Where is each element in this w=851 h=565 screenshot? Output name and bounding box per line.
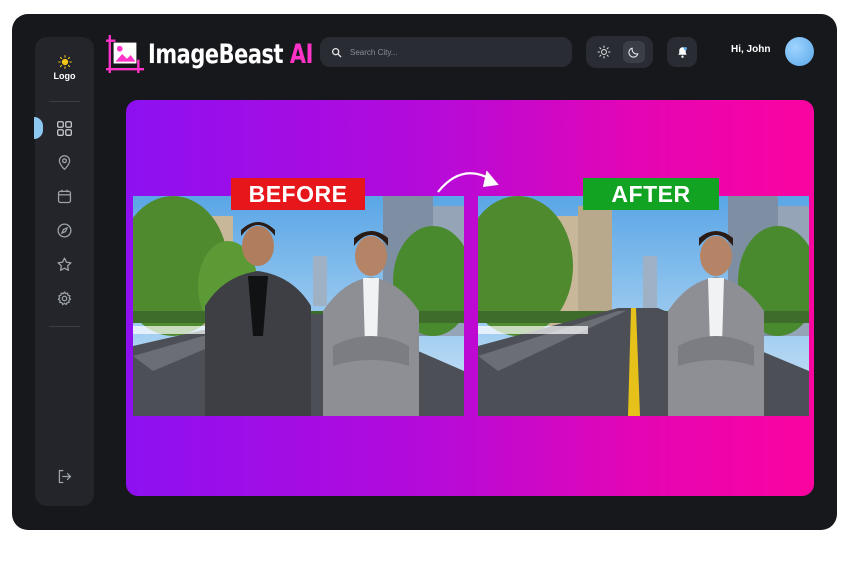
- calendar-icon: [57, 189, 72, 204]
- sun-icon: [597, 45, 611, 59]
- after-label: AFTER: [583, 178, 719, 210]
- app-window: Logo ImageBeast AI Search City... Hi, Jo…: [12, 14, 837, 530]
- curved-arrow-icon: [437, 170, 499, 193]
- logout-icon: [58, 469, 72, 484]
- before-image: [133, 196, 464, 416]
- image-logo-icon: [106, 35, 144, 73]
- theme-toggle: [586, 36, 653, 68]
- active-indicator: [34, 117, 43, 139]
- sidebar-item-explore[interactable]: [56, 222, 73, 239]
- before-label: BEFORE: [231, 178, 365, 210]
- search-input[interactable]: [348, 46, 552, 58]
- notifications-button[interactable]: [667, 37, 697, 67]
- after-photo-illustration: [478, 196, 809, 416]
- sidebar-item-location[interactable]: [56, 154, 73, 171]
- moon-icon: [628, 47, 639, 58]
- avatar[interactable]: [785, 37, 814, 66]
- sidebar-divider: [49, 101, 80, 102]
- gear-icon: [57, 291, 72, 306]
- brand-name-main: ImageBeast: [148, 38, 284, 70]
- light-mode-button[interactable]: [593, 41, 615, 63]
- before-photo-illustration: [133, 196, 464, 416]
- location-pin-icon: [58, 155, 71, 171]
- sidebar-item-settings[interactable]: [56, 290, 73, 307]
- user-greeting: Hi, John: [731, 44, 771, 55]
- bell-icon: [677, 46, 687, 58]
- star-icon: [57, 257, 72, 271]
- sidebar-divider: [49, 326, 80, 327]
- search-bar: [320, 37, 572, 67]
- sidebar-logo[interactable]: Logo: [35, 55, 94, 81]
- sun-logo-icon: [57, 55, 72, 69]
- brand-name: ImageBeast AI: [148, 39, 313, 70]
- logo-label: Logo: [53, 71, 76, 81]
- search-icon: [331, 47, 342, 57]
- sidebar-item-dashboard[interactable]: [56, 120, 73, 137]
- grid-icon: [57, 121, 72, 136]
- sidebar-item-favorites[interactable]: [56, 256, 73, 273]
- after-image: [478, 196, 809, 416]
- compass-icon: [57, 223, 72, 238]
- brand[interactable]: ImageBeast AI: [106, 34, 340, 74]
- sidebar-item-calendar[interactable]: [56, 188, 73, 205]
- logout-button[interactable]: [56, 468, 73, 485]
- brand-name-ai: AI: [283, 38, 314, 70]
- before-after-banner: BEFORE AFTER: [126, 100, 814, 496]
- sidebar: Logo: [34, 37, 94, 506]
- dark-mode-button[interactable]: [623, 41, 645, 63]
